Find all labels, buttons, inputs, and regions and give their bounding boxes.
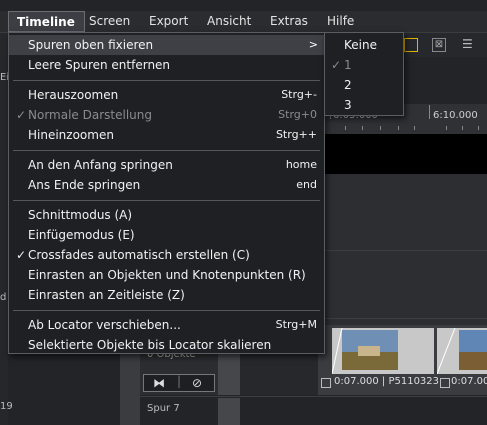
- menu-item-shortcut: Strg+0: [278, 108, 317, 121]
- check-icon: ✓: [331, 58, 342, 72]
- menu-bar: Timeline Screen Export Ansicht Extras Hi…: [0, 11, 487, 33]
- clip-thumbnail[interactable]: [332, 328, 434, 374]
- menu-separator: [13, 150, 320, 151]
- track-name: Spur 7: [147, 403, 180, 414]
- submenu-item-3[interactable]: 3: [325, 95, 403, 115]
- menu-ansicht[interactable]: Ansicht: [207, 14, 251, 28]
- image-icon: [321, 378, 331, 388]
- submenu-item-2[interactable]: 2: [325, 75, 403, 95]
- menu-item-label: Ab Locator verschieben...: [28, 318, 181, 332]
- timeline-black-strip: [325, 134, 487, 174]
- menu-item-einrasten-objekte[interactable]: Einrasten an Objekten und Knotenpunkten …: [9, 265, 324, 285]
- left-panel: [0, 57, 8, 425]
- ruler-time-label: 6:10.000: [433, 110, 478, 121]
- submenu-item-keine[interactable]: Keine: [325, 35, 403, 55]
- menu-item-spuren-oben-fixieren[interactable]: Spuren oben fixieren >: [9, 35, 324, 55]
- ruler-tick: [380, 126, 381, 130]
- menu-item-label: Leere Spuren entfernen: [28, 58, 171, 72]
- menu-item-schnittmodus[interactable]: Schnittmodus (A): [9, 205, 324, 225]
- ruler-tick: [462, 126, 463, 130]
- menu-separator: [13, 80, 320, 81]
- clip-image: [332, 328, 398, 374]
- divider: |: [177, 374, 182, 388]
- submenu-arrow-icon: >: [308, 38, 318, 51]
- track-divider: [140, 396, 487, 397]
- menu-item-label: Ans Ende springen: [28, 178, 141, 192]
- menu-export[interactable]: Export: [149, 14, 188, 28]
- menu-item-einfuegemodus[interactable]: Einfügemodus (E): [9, 225, 324, 245]
- menu-hilfe[interactable]: Hilfe: [327, 14, 354, 28]
- check-icon: ✓: [16, 248, 27, 262]
- menu-item-label: Normale Darstellung: [28, 108, 152, 122]
- menu-separator: [13, 310, 320, 311]
- menu-item-objekte-skalieren[interactable]: Selektierte Objekte bis Locator skaliere…: [9, 335, 324, 355]
- menu-item-label: Schnittmodus (A): [28, 208, 133, 222]
- menu-item-label: An den Anfang springen: [28, 158, 173, 172]
- menu-item-shortcut: Strg+-: [281, 88, 317, 101]
- menu-item-herauszoomen[interactable]: Herauszoomen Strg+-: [9, 85, 324, 105]
- menu-item-ab-locator-verschieben[interactable]: Ab Locator verschieben... Strg+M: [9, 315, 324, 335]
- clip-label: 0:07.000 | P5110323: [334, 376, 440, 387]
- track-header-strip: [218, 398, 240, 425]
- ruler-tick: [429, 105, 430, 119]
- spuren-fixieren-submenu: Keine ✓ 1 2 3: [324, 32, 404, 116]
- image-icon: [440, 378, 450, 388]
- submenu-item-label: Keine: [344, 38, 377, 52]
- timeline-dropdown-menu: Spuren oben fixieren > Leere Spuren entf…: [8, 32, 325, 354]
- check-icon: ✓: [16, 108, 27, 122]
- clip-image: [437, 328, 487, 374]
- menu-item-label: Spuren oben fixieren: [28, 38, 154, 52]
- clip-thumbnail[interactable]: [437, 328, 487, 374]
- menu-item-label: Einrasten an Zeitleiste (Z): [28, 288, 185, 302]
- menu-item-shortcut: Strg++: [275, 128, 317, 141]
- ruler-tick: [446, 126, 447, 130]
- menu-item-an-den-anfang-springen[interactable]: An den Anfang springen home: [9, 155, 324, 175]
- submenu-item-label: 2: [344, 78, 352, 92]
- menu-item-shortcut: Strg+M: [275, 318, 317, 331]
- track-controls: ⧓ | ⊘: [143, 374, 215, 392]
- play-pause-icon[interactable]: ⧓: [153, 376, 165, 390]
- menu-item-hineinzoomen[interactable]: Hineinzoomen Strg++: [9, 125, 324, 145]
- menu-item-shortcut: home: [285, 158, 317, 171]
- close-box-icon[interactable]: ⊠: [432, 38, 446, 52]
- menu-item-label: Crossfades automatisch erstellen (C): [28, 248, 250, 262]
- menu-item-shortcut: end: [296, 178, 317, 191]
- menu-screen[interactable]: Screen: [89, 14, 130, 28]
- ruler-tick: [414, 126, 415, 130]
- disable-icon[interactable]: ⊘: [192, 376, 202, 390]
- left-edge-text: 19: [0, 401, 13, 412]
- menu-item-label: Einrasten an Objekten und Knotenpunkten …: [28, 268, 306, 282]
- submenu-item-label: 3: [344, 98, 352, 112]
- menu-timeline[interactable]: Timeline: [8, 11, 85, 32]
- submenu-item-1: ✓ 1: [325, 55, 403, 75]
- menu-item-einrasten-zeitleiste[interactable]: Einrasten an Zeitleiste (Z): [9, 285, 324, 305]
- left-edge-text: d: [0, 292, 7, 303]
- ruler-tick: [398, 126, 399, 130]
- ruler-tick: [478, 126, 479, 130]
- menu-item-label: Einfügemodus (E): [28, 228, 135, 242]
- color-square-icon[interactable]: [404, 38, 418, 52]
- menu-item-label: Herauszoomen: [28, 88, 119, 102]
- menu-item-leere-spuren-entfernen[interactable]: Leere Spuren entfernen: [9, 55, 324, 75]
- list-icon[interactable]: ☰: [462, 37, 473, 51]
- submenu-item-label: 1: [344, 58, 352, 72]
- clip-label: 0:07.00: [451, 376, 487, 387]
- menu-item-label: Hineinzoomen: [28, 128, 114, 142]
- ruler-tick: [362, 126, 363, 130]
- menu-item-crossfades[interactable]: ✓ Crossfades automatisch erstellen (C): [9, 245, 324, 265]
- menu-item-ans-ende-springen[interactable]: Ans Ende springen end: [9, 175, 324, 195]
- menu-item-normale-darstellung: ✓ Normale Darstellung Strg+0: [9, 105, 324, 125]
- menu-separator: [13, 200, 320, 201]
- menu-extras[interactable]: Extras: [270, 14, 308, 28]
- menu-item-label: Selektierte Objekte bis Locator skaliere…: [28, 338, 272, 352]
- ruler-tick: [345, 126, 346, 130]
